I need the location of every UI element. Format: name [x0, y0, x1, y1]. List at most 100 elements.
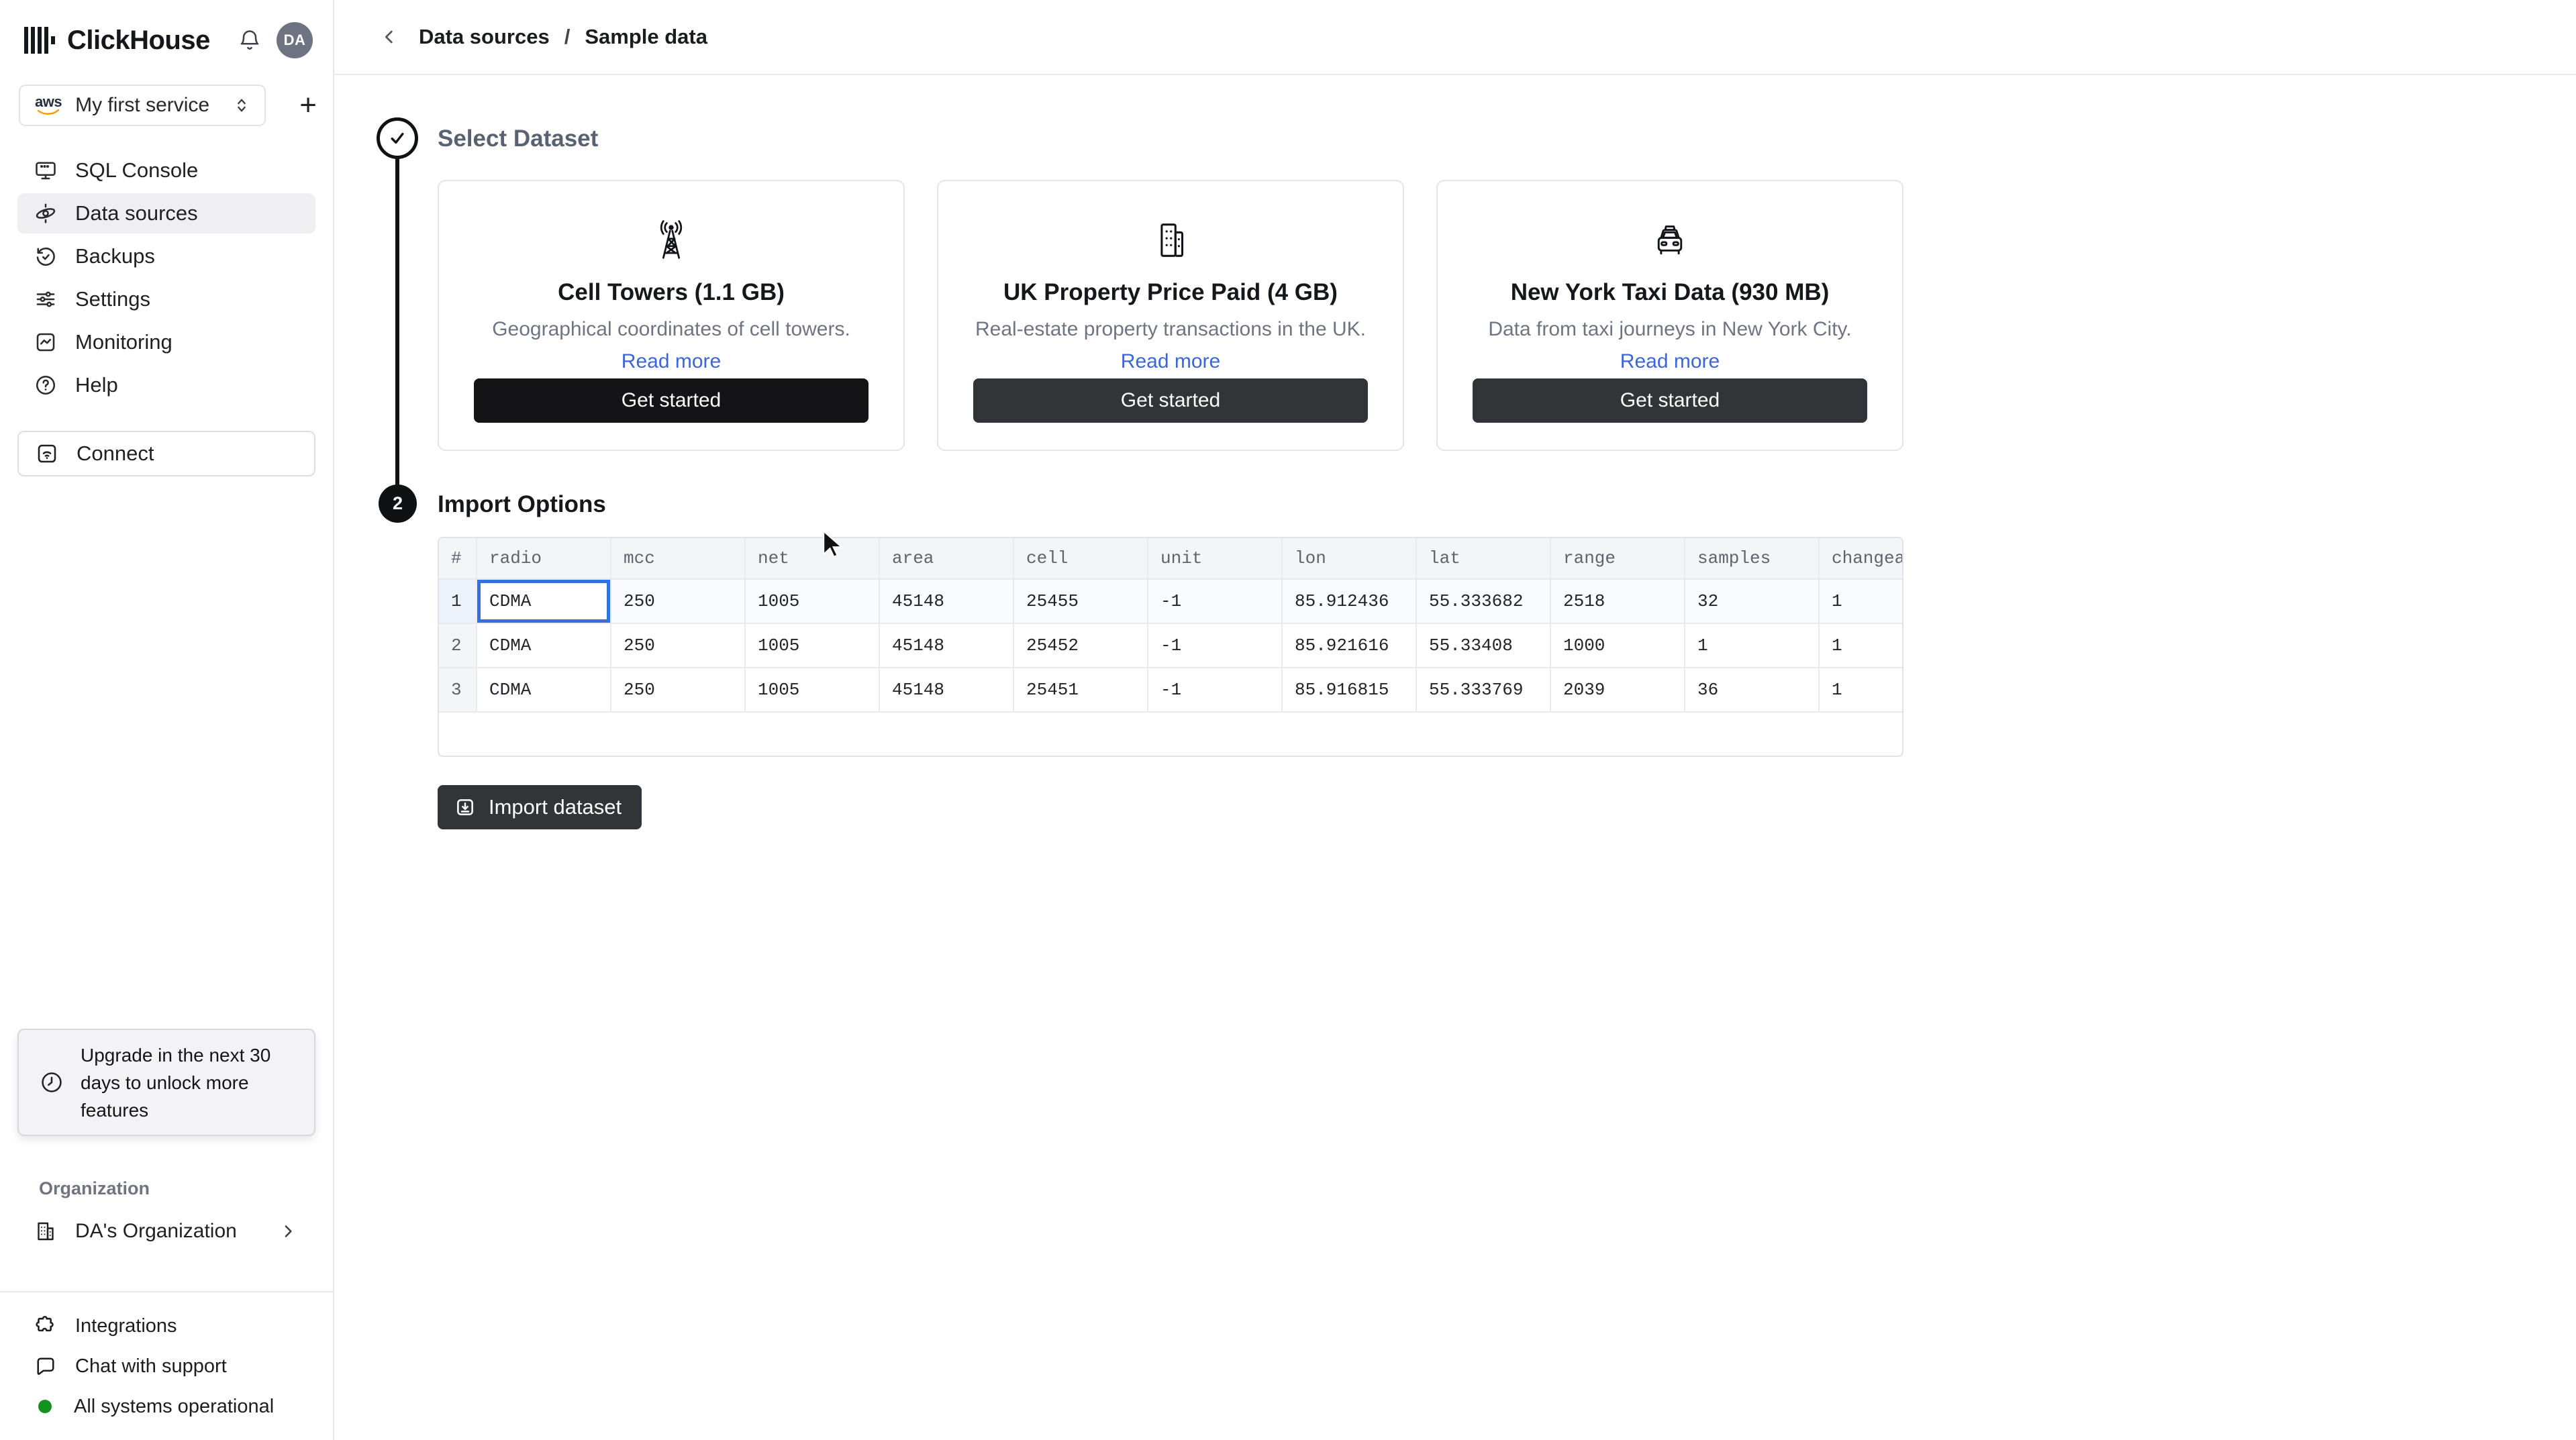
column-header-mcc: mcc [611, 538, 746, 580]
table-cell[interactable]: 45148 [880, 580, 1014, 624]
footer-item-all-systems-operational[interactable]: All systems operational [17, 1386, 315, 1427]
column-header-lat: lat [1417, 538, 1551, 580]
sidebar-item-settings[interactable]: Settings [17, 279, 315, 319]
table-cell[interactable]: 250 [611, 624, 746, 668]
table-cell[interactable]: 25455 [1014, 580, 1148, 624]
dataset-title: UK Property Price Paid (4 GB) [1003, 279, 1338, 305]
table-cell[interactable]: 1005 [746, 580, 880, 624]
breadcrumb-data-sources[interactable]: Data sources [419, 25, 550, 49]
service-selector[interactable]: aws My first service [19, 85, 266, 126]
table-cell[interactable]: 250 [611, 668, 746, 713]
select-dataset-heading: Select Dataset [438, 125, 599, 152]
table-cell[interactable]: 36 [1685, 668, 1820, 713]
get-started-button[interactable]: Get started [474, 378, 869, 423]
bell-icon[interactable] [238, 28, 262, 52]
chat-icon [34, 1354, 58, 1378]
table-cell[interactable]: 2518 [1551, 580, 1685, 624]
sidebar-nav: SQL Console Data sources Backups Settings Mo… [17, 150, 315, 408]
table-cell[interactable]: 2039 [1551, 668, 1685, 713]
table-cell[interactable]: 45148 [880, 668, 1014, 713]
row-index[interactable]: 1 [439, 580, 477, 624]
step1-indicator [377, 117, 418, 159]
table-cell[interactable]: 55.33408 [1417, 624, 1551, 668]
table-cell[interactable]: 85.921616 [1283, 624, 1417, 668]
sidebar-item-backups[interactable]: Backups [17, 236, 315, 276]
table-cell[interactable]: 55.333769 [1417, 668, 1551, 713]
table-cell[interactable]: 55.333682 [1417, 580, 1551, 624]
sidebar-item-label: Settings [75, 287, 151, 311]
table-cell[interactable]: 85.916815 [1283, 668, 1417, 713]
table-cell[interactable]: 45148 [880, 624, 1014, 668]
building-icon [34, 1219, 58, 1243]
app-title: ClickHouse [67, 25, 210, 55]
avatar[interactable]: DA [277, 22, 313, 58]
breadcrumb-bar: Data sources / Sample data [334, 0, 2576, 75]
dataset-card: New York Taxi Data (930 MB) Data from ta… [1436, 180, 1903, 451]
dataset-cards: Cell Towers (1.1 GB) Geographical coordi… [438, 180, 1903, 451]
table-cell[interactable]: 1 [1820, 580, 1902, 624]
column-header-unit: unit [1148, 538, 1283, 580]
connect-button[interactable]: Connect [17, 431, 315, 476]
get-started-button[interactable]: Get started [973, 378, 1368, 423]
read-more-link[interactable]: Read more [1620, 350, 1720, 373]
table-cell[interactable]: 1000 [1551, 624, 1685, 668]
table-cell[interactable]: 85.912436 [1283, 580, 1417, 624]
table-cell[interactable]: 1005 [746, 668, 880, 713]
sidebar-item-data-sources[interactable]: Data sources [17, 193, 315, 234]
import-options-heading: Import Options [438, 491, 606, 517]
upgrade-banner[interactable]: Upgrade in the next 30 days to unlock mo… [17, 1029, 315, 1136]
sidebar-footer: Integrations Chat with support All systems… [17, 1306, 315, 1427]
import-dataset-button[interactable]: Import dataset [438, 785, 642, 829]
table-cell[interactable]: CDMA [477, 624, 611, 668]
cell-tower-icon [648, 216, 695, 264]
read-more-link[interactable]: Read more [1121, 350, 1220, 373]
help-icon [34, 373, 58, 397]
organization-name: DA's Organization [75, 1220, 237, 1242]
table-cell[interactable]: 1005 [746, 624, 880, 668]
orbit-icon [34, 201, 58, 225]
step-connector-line [395, 138, 399, 503]
footer-item-chat-with-support[interactable]: Chat with support [17, 1346, 315, 1386]
sidebar-item-label: Help [75, 373, 118, 397]
history-icon [34, 244, 58, 268]
get-started-button[interactable]: Get started [1473, 378, 1867, 423]
table-cell[interactable]: 1 [1820, 624, 1902, 668]
table-empty-footer [439, 713, 1902, 756]
dataset-card: Cell Towers (1.1 GB) Geographical coordi… [438, 180, 905, 451]
sidebar-item-sql-console[interactable]: SQL Console [17, 150, 315, 191]
service-selector-row: aws My first service + [19, 85, 317, 126]
table-cell[interactable]: 250 [611, 580, 746, 624]
sidebar-item-monitoring[interactable]: Monitoring [17, 322, 315, 362]
breadcrumb: Data sources / Sample data [419, 25, 707, 49]
sidebar-item-label: Data sources [75, 201, 198, 225]
chevron-right-icon [278, 1221, 298, 1241]
status-dot [34, 1400, 56, 1413]
table-cell[interactable]: 25451 [1014, 668, 1148, 713]
table-cell[interactable]: 1 [1820, 668, 1902, 713]
sidebar-item-label: Backups [75, 244, 155, 268]
clock-icon [39, 1070, 64, 1095]
sliders-icon [34, 287, 58, 311]
footer-item-integrations[interactable]: Integrations [17, 1306, 315, 1346]
add-service-button[interactable]: + [299, 91, 317, 120]
table-cell[interactable]: 32 [1685, 580, 1820, 624]
read-more-link[interactable]: Read more [622, 350, 721, 373]
download-icon [454, 796, 477, 819]
row-index[interactable]: 2 [439, 624, 477, 668]
organization-switcher[interactable]: DA's Organization [17, 1209, 315, 1253]
sidebar-item-label: Monitoring [75, 330, 172, 354]
sidebar-item-help[interactable]: Help [17, 365, 315, 405]
row-index[interactable]: 3 [439, 668, 477, 713]
table-cell[interactable]: 25452 [1014, 624, 1148, 668]
table-cell[interactable]: -1 [1148, 624, 1283, 668]
column-header-range: range [1551, 538, 1685, 580]
footer-item-label: All systems operational [74, 1395, 275, 1417]
clickhouse-logo[interactable]: ClickHouse [24, 25, 238, 56]
table-cell[interactable]: -1 [1148, 580, 1283, 624]
table-cell[interactable]: -1 [1148, 668, 1283, 713]
table-cell[interactable]: 1 [1685, 624, 1820, 668]
chevron-left-icon[interactable] [379, 26, 400, 48]
table-cell[interactable]: CDMA [477, 580, 611, 624]
taxi-icon [1646, 216, 1693, 264]
table-cell[interactable]: CDMA [477, 668, 611, 713]
